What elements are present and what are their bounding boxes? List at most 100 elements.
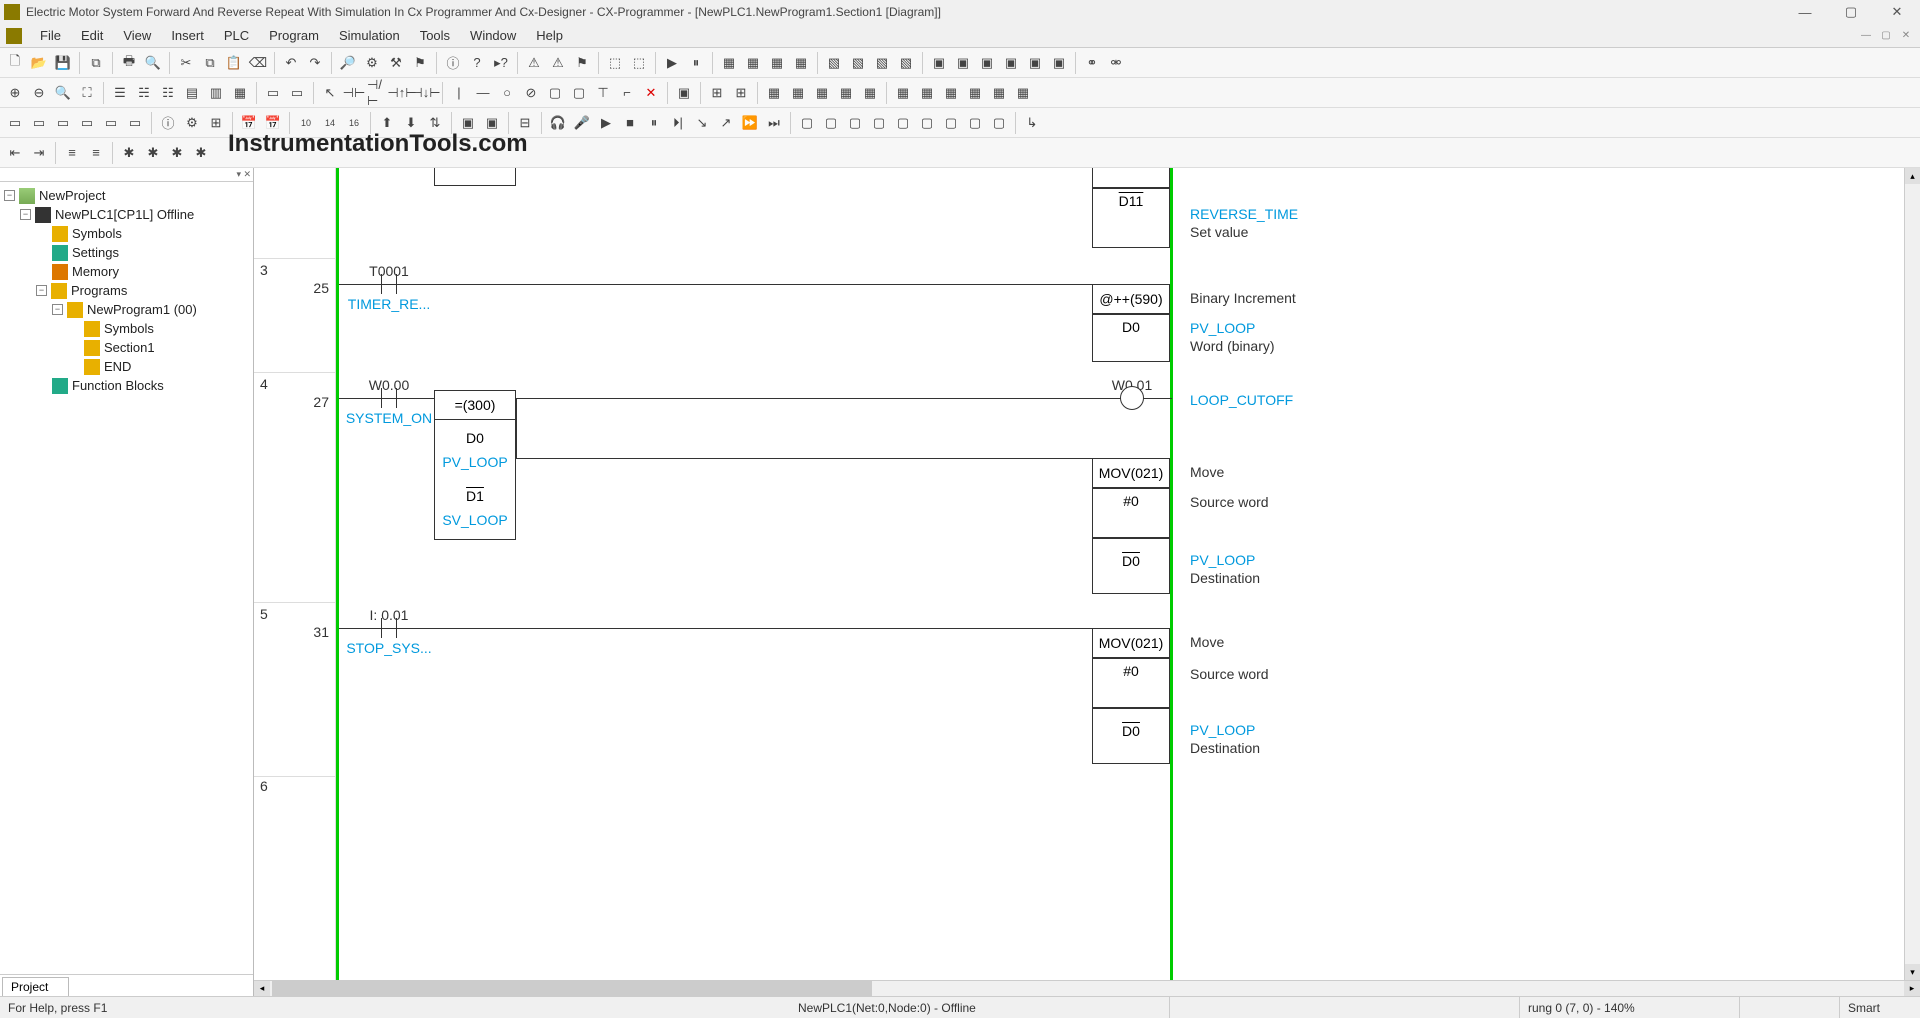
pause-icon[interactable]: ⏸ [685,52,707,74]
tree-root[interactable]: NewProject [39,188,105,203]
paste-icon[interactable]: 📋 [223,52,245,74]
grp2-icon[interactable]: ▧ [847,52,869,74]
menu-view[interactable]: View [113,28,161,43]
info1-icon[interactable]: ⓘ [157,112,179,134]
tree-program1[interactable]: NewProgram1 (00) [87,302,197,317]
tree-memory[interactable]: Memory [72,264,119,279]
delete-icon[interactable]: ⌫ [247,52,269,74]
al4-icon[interactable]: ▢ [868,112,890,134]
line-icon[interactable]: ⌐ [616,82,638,104]
view2-icon[interactable]: ☵ [133,82,155,104]
r4-cmp-box[interactable]: =(300) D0 PV_LOOP D1 SV_LOOP [434,390,516,540]
rung2-box-frag[interactable] [1092,168,1170,188]
mon2-icon[interactable]: ⊞ [730,82,752,104]
indent-in-icon[interactable]: ⇥ [28,142,50,164]
chip1-icon[interactable]: ▣ [928,52,950,74]
ff-icon[interactable]: ⏩ [739,112,761,134]
align-r-icon[interactable]: ≡ [85,142,107,164]
grp4-icon[interactable]: ▧ [895,52,917,74]
mic-icon[interactable]: 🎤 [571,112,593,134]
view3-icon[interactable]: ☷ [157,82,179,104]
r3-d0-box[interactable]: D0 [1092,314,1170,362]
last-icon[interactable]: ↳ [1021,112,1043,134]
contact-n-icon[interactable]: ⊣↓⊢ [415,82,437,104]
scroll-left-icon[interactable]: ◂ [254,981,270,996]
chip2-icon[interactable]: ▣ [952,52,974,74]
r5-mov-src-box[interactable]: #0 [1092,658,1170,708]
align-l-icon[interactable]: ≡ [61,142,83,164]
tool2-icon[interactable]: ⚑ [409,52,431,74]
chip3-icon[interactable]: ▣ [976,52,998,74]
grp3-icon[interactable]: ▧ [871,52,893,74]
r2-icon[interactable]: ▦ [787,82,809,104]
mon1-icon[interactable]: ⊞ [706,82,728,104]
r4-icon[interactable]: ▦ [835,82,857,104]
zoom-fit-icon[interactable]: ⛶ [76,82,98,104]
br3-icon[interactable]: ✱ [166,142,188,164]
tree-psymbols[interactable]: Symbols [104,321,154,336]
mdi-restore-button[interactable]: ▢ [1878,30,1894,41]
br2-icon[interactable]: ✱ [142,142,164,164]
func2-icon[interactable]: ▢ [568,82,590,104]
net2-icon[interactable]: ⬚ [628,52,650,74]
horizontal-scrollbar[interactable]: ◂ ▸ [254,980,1920,996]
pause2-icon[interactable]: ⏸ [643,112,665,134]
find-icon[interactable]: 🔎 [337,52,359,74]
mdi-close-button[interactable]: ✕ [1898,30,1914,41]
contact-p-icon[interactable]: ⊣↑⊢ [391,82,413,104]
stepout-icon[interactable]: ↗ [715,112,737,134]
indent-out-icon[interactable]: ⇤ [4,142,26,164]
tree-fblocks[interactable]: Function Blocks [72,378,164,393]
r1-icon[interactable]: ▦ [763,82,785,104]
vertical-scrollbar[interactable]: ▴ ▾ [1904,168,1920,980]
chip6-icon[interactable]: ▣ [1048,52,1070,74]
view5-icon[interactable]: ▥ [205,82,227,104]
contact-no-icon[interactable]: ⊣⊢ [343,82,365,104]
undo-icon[interactable]: ↶ [280,52,302,74]
al8-icon[interactable]: ▢ [964,112,986,134]
play2-icon[interactable]: ▶ [595,112,617,134]
grid1-icon[interactable]: ▦ [718,52,740,74]
coil-icon[interactable]: ○ [496,82,518,104]
s6-icon[interactable]: ▦ [1012,82,1034,104]
zoom-in-icon[interactable]: ⊕ [4,82,26,104]
al7-icon[interactable]: ▢ [940,112,962,134]
contact-nc-icon[interactable]: ⊣/⊢ [367,82,389,104]
grp1-icon[interactable]: ▧ [823,52,845,74]
al9-icon[interactable]: ▢ [988,112,1010,134]
tool-icon[interactable]: ⚒ [385,52,407,74]
chip5-icon[interactable]: ▣ [1024,52,1046,74]
compare-icon[interactable]: ⧉ [85,52,107,74]
al3-icon[interactable]: ▢ [844,112,866,134]
replace-icon[interactable]: ⚙ [361,52,383,74]
menu-edit[interactable]: Edit [71,28,113,43]
info3-icon[interactable]: ⊞ [205,112,227,134]
hp-icon[interactable]: 🎧 [547,112,569,134]
save-icon[interactable]: 💾 [52,52,74,74]
minimize-button[interactable]: — [1782,0,1828,24]
mdi-minimize-button[interactable]: — [1858,30,1874,41]
func-icon[interactable]: ▢ [544,82,566,104]
scroll-thumb[interactable] [272,981,872,996]
tree-end[interactable]: END [104,359,131,374]
warn1-icon[interactable]: ⚠ [523,52,545,74]
preview-icon[interactable]: 🔍 [142,52,164,74]
info-icon[interactable]: ⓘ [442,52,464,74]
hwire-icon[interactable]: — [472,82,494,104]
link-icon[interactable]: ⚭ [1081,52,1103,74]
flag-icon[interactable]: ⚑ [571,52,593,74]
print-icon[interactable]: 🖶 [118,52,140,74]
br1-icon[interactable]: ✱ [118,142,140,164]
w2-icon[interactable]: ▭ [28,112,50,134]
al1-icon[interactable]: ▢ [796,112,818,134]
menu-tools[interactable]: Tools [410,28,460,43]
menu-simulation[interactable]: Simulation [329,28,410,43]
al2-icon[interactable]: ▢ [820,112,842,134]
next-icon[interactable]: ⏭ [763,112,785,134]
net1-icon[interactable]: ⬚ [604,52,626,74]
view6-icon[interactable]: ▦ [229,82,251,104]
tree-plc[interactable]: NewPLC1[CP1L] Offline [55,207,194,222]
r4-mov-dst-box[interactable]: D0 [1092,538,1170,594]
cut-icon[interactable]: ✂ [175,52,197,74]
r4-coil[interactable] [1120,386,1144,410]
